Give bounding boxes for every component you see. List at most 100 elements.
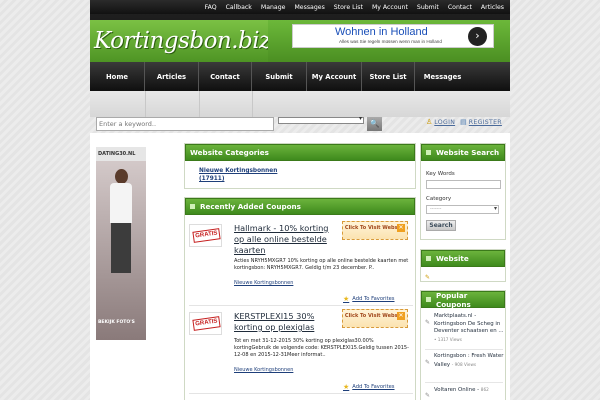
search-icon[interactable]: 🔍 [367, 117, 382, 131]
category-select[interactable] [278, 115, 364, 124]
logo-text: Kortingsbon.biz [94, 28, 271, 54]
header-bullet-icon [426, 297, 431, 302]
close-icon[interactable]: ✕ [397, 312, 405, 320]
divider [189, 305, 413, 306]
nav-messages[interactable]: Messages [415, 62, 470, 91]
tag-icon: ✎ [425, 392, 431, 399]
coupon-item: GRATIS Hallmark - 10% korting op alle on… [189, 221, 411, 289]
popular-coupons-panel: Popular Coupons ✎ Marktplaats.nl - Korti… [420, 290, 506, 400]
ad-subtitle: Alles was Sie regeln müssen wenn man in … [339, 39, 442, 44]
star-icon: ★ [343, 295, 350, 303]
keywords-label: Key Words [426, 171, 455, 177]
coupon-item: GRATIS KERSTPLEXI15 30% korting op plexi… [189, 309, 411, 377]
keyword-input[interactable] [96, 117, 274, 131]
top-link-my-account[interactable]: My Account [372, 4, 408, 11]
coupon-thumbnail[interactable]: GRATIS [189, 312, 222, 335]
top-link-faq[interactable]: FAQ [205, 4, 217, 11]
keywords-input[interactable] [426, 180, 501, 189]
sub-nav [90, 91, 510, 117]
add-to-favorites[interactable]: ★ Add To Favorites [343, 295, 395, 303]
site-header: Kortingsbon.biz Wohnen in Holland Alles … [90, 14, 510, 62]
coupon-description: Acties NRYH5MXGR7 10% korting op alle on… [234, 258, 409, 271]
star-icon: ★ [343, 383, 350, 391]
coupon-title[interactable]: KERSTPLEXI15 30% korting op plexiglas [234, 311, 336, 333]
top-link-manage[interactable]: Manage [261, 4, 286, 11]
search-button[interactable]: Search [426, 220, 456, 231]
popular-coupon-item[interactable]: ✎ Voltaren Online - 862 [425, 386, 505, 400]
page: FAQ Callback Manage Messages Store List … [90, 0, 510, 400]
nav-store-list[interactable]: Store List [362, 62, 415, 91]
subnav-divider [145, 91, 146, 117]
ad-banner[interactable]: Wohnen in Holland Alles was Sie regeln m… [292, 24, 494, 48]
tag-icon: ✎ [425, 359, 431, 366]
category-link[interactable]: Nieuwe Kortingsbonnen (17911) [199, 167, 277, 183]
category-label: Category [426, 196, 452, 202]
website-panel: Website ✎ [420, 249, 506, 282]
popular-coupons-header: Popular Coupons [421, 290, 505, 309]
subnav-divider [199, 91, 200, 117]
popular-coupon-item[interactable]: ✎ Marktplaats.nl - Kortingsbon De Scheg … [425, 313, 505, 345]
ad-photo [108, 169, 134, 289]
gratis-stamp: GRATIS [192, 228, 221, 243]
top-link-callback[interactable]: Callback [226, 4, 252, 11]
auth-links: ♙ LOGIN ▤ REGISTER [426, 118, 507, 126]
search-bar: 🔍 ♙ LOGIN ▤ REGISTER [90, 115, 510, 133]
nav-contact[interactable]: Contact [199, 62, 252, 91]
top-link-submit[interactable]: Submit [417, 4, 439, 11]
visit-website-button[interactable]: Click To Visit Website ✕ [342, 221, 408, 240]
register-icon: ▤ [460, 118, 467, 126]
visit-website-button[interactable]: Click To Visit Website ✕ [342, 309, 408, 328]
popular-coupon-title[interactable]: Marktplaats.nl - Kortingsbon De Scheg in… [434, 313, 504, 334]
left-ad[interactable]: DATING30.NL BEKIJK FOTO'S [96, 147, 146, 340]
recent-coupons-header: Recently Added Coupons [185, 198, 415, 215]
site-logo[interactable]: Kortingsbon.biz [90, 20, 271, 62]
popular-coupon-item[interactable]: ✎ Kortingsbon : Fresh Water Valley - 908… [425, 353, 505, 377]
nav-my-account[interactable]: My Account [307, 62, 362, 91]
coupon-category-link[interactable]: Nieuwe Kortingsbonnen [234, 280, 293, 286]
coupon-description: Tot en met 31-12-2015 30% korting op ple… [234, 338, 409, 358]
gratis-stamp: GRATIS [192, 316, 221, 331]
header-bullet-icon [426, 256, 431, 261]
user-icon: ♙ [426, 118, 433, 126]
subnav-divider [252, 91, 253, 117]
header-bullet-icon [426, 150, 431, 155]
view-count: • 1317 Views [434, 336, 462, 342]
main-nav: Home Articles Contact Submit My Account … [90, 62, 510, 91]
popular-coupon-title[interactable]: Voltaren Online - [434, 387, 479, 393]
top-link-messages[interactable]: Messages [294, 4, 324, 11]
top-link-articles[interactable]: Articles [481, 4, 504, 11]
close-icon[interactable]: ✕ [397, 224, 405, 232]
main-content: DATING30.NL BEKIJK FOTO'S Website Catego… [90, 133, 510, 400]
register-link[interactable]: REGISTER [469, 119, 502, 126]
ad-title: Wohnen in Holland [335, 26, 428, 38]
divider [189, 393, 413, 394]
divider [425, 349, 503, 350]
categories-header: Website Categories [185, 144, 415, 161]
recent-coupons-panel: Recently Added Coupons GRATIS Hallmark -… [184, 197, 416, 400]
tag-icon: ✎ [425, 274, 431, 281]
website-search-header: Website Search [421, 144, 505, 161]
chevron-right-icon[interactable]: › [468, 27, 487, 46]
login-link[interactable]: LOGIN [434, 119, 455, 126]
ad-brand: DATING30.NL [96, 147, 146, 161]
add-to-favorites[interactable]: ★ Add To Favorites [343, 383, 395, 391]
nav-home[interactable]: Home [90, 62, 145, 91]
view-count: - 908 Views [451, 361, 477, 367]
tag-icon: ✎ [425, 319, 431, 326]
top-utility-bar: FAQ Callback Manage Messages Store List … [90, 0, 510, 14]
top-link-contact[interactable]: Contact [448, 4, 472, 11]
category-dropdown[interactable]: ------- [426, 205, 499, 214]
categories-panel: Website Categories Nieuwe Kortingsbonnen… [184, 143, 416, 189]
coupon-title[interactable]: Hallmark - 10% korting op alle online be… [234, 223, 336, 256]
panel-title: Popular Coupons [435, 290, 471, 309]
coupon-thumbnail[interactable]: GRATIS [189, 224, 222, 247]
panel-title: Website [436, 254, 469, 263]
panel-title: Website Categories [190, 148, 269, 157]
top-link-store-list[interactable]: Store List [334, 4, 363, 11]
panel-title: Website Search [436, 148, 500, 157]
panel-title: Recently Added Coupons [200, 202, 301, 211]
coupon-category-link[interactable]: Nieuwe Kortingsbonnen [234, 367, 293, 373]
nav-submit[interactable]: Submit [252, 62, 307, 91]
ad-cta[interactable]: BEKIJK FOTO'S [98, 320, 144, 334]
nav-articles[interactable]: Articles [145, 62, 199, 91]
